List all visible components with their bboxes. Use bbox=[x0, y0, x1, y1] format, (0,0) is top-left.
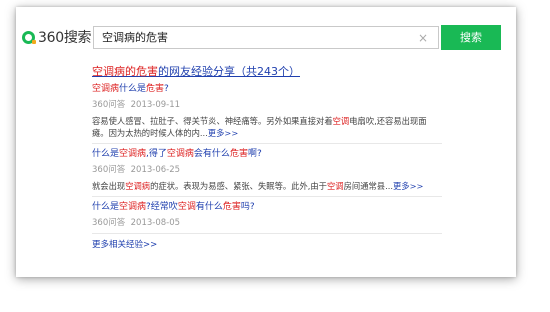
more-related-link[interactable]: 更多相关经验>> bbox=[92, 239, 442, 251]
title-keyword: 空调病 bbox=[166, 149, 194, 159]
result-title[interactable]: 空调病什么是危害? bbox=[92, 83, 442, 96]
clear-icon[interactable]: × bbox=[418, 30, 428, 46]
title-text: ? bbox=[164, 84, 169, 94]
title-text: 有什么 bbox=[195, 202, 223, 212]
snippet-keyword: 空调 bbox=[326, 181, 344, 191]
title-keyword: 空调病 bbox=[119, 149, 147, 159]
more-link[interactable]: 更多>> bbox=[208, 128, 239, 138]
result-meta: 360问答 2013-06-25 bbox=[92, 164, 442, 176]
logo-text: 360搜索 bbox=[38, 30, 92, 46]
title-text: 什么是 bbox=[92, 202, 120, 212]
result-source: 360问答 bbox=[92, 165, 126, 175]
search-box[interactable]: × bbox=[93, 26, 439, 49]
snippet-text: 的症状。表现为易感、紧张、失眠等。此外,由于 bbox=[150, 181, 327, 191]
list-item: 空调病什么是危害? 360问答 2013-09-11 容易使人感冒、拉肚子、得关… bbox=[92, 83, 442, 144]
snippet-text: 房间通常县... bbox=[343, 181, 393, 191]
search-input[interactable] bbox=[102, 27, 402, 48]
title-text: 什么是 bbox=[119, 84, 147, 94]
list-item: 什么是空调病,得了空调病会有什么危害啊? 360问答 2013-06-25 就会… bbox=[92, 148, 442, 197]
results-heading[interactable]: 空调病的危害的网友经验分享（共243个） bbox=[92, 64, 442, 79]
snippet-text: 就会出现 bbox=[92, 181, 126, 191]
search-header: 360搜索 × 搜索 bbox=[16, 7, 516, 55]
result-title[interactable]: 什么是空调病?经常吹空调有什么危害吗? bbox=[92, 201, 442, 214]
snippet-keyword: 空调 bbox=[332, 116, 350, 126]
title-text: 什么是 bbox=[92, 149, 120, 159]
result-date: 2013-09-11 bbox=[130, 100, 181, 110]
result-snippet: 就会出现空调病的症状。表现为易感、紧张、失眠等。此外,由于空调房间通常县...更… bbox=[92, 180, 442, 192]
result-meta: 360问答 2013-08-05 bbox=[92, 217, 442, 229]
heading-text: 的网友经验分享（共243个） bbox=[158, 65, 300, 78]
search-button[interactable]: 搜索 bbox=[441, 25, 501, 50]
result-snippet: 容易使人感冒、拉肚子、得关节炎、神经痛等。另外如果直接对着空调电扇吹,还容易出现… bbox=[92, 115, 442, 139]
logo[interactable]: 360搜索 bbox=[22, 27, 92, 47]
title-keyword: 空调病 bbox=[92, 84, 120, 94]
result-meta: 360问答 2013-09-11 bbox=[92, 99, 442, 111]
logo-ring-icon bbox=[22, 30, 36, 44]
title-keyword: 危害 bbox=[222, 202, 241, 212]
title-text: ?经常吹 bbox=[146, 202, 178, 212]
results-list: 空调病的危害的网友经验分享（共243个） 空调病什么是危害? 360问答 201… bbox=[92, 64, 442, 251]
snippet-keyword: 空调病 bbox=[125, 181, 151, 191]
title-text: 吗? bbox=[240, 202, 255, 212]
result-date: 2013-08-05 bbox=[130, 218, 181, 228]
title-keyword: 空调病 bbox=[119, 202, 147, 212]
result-date: 2013-06-25 bbox=[130, 165, 181, 175]
title-keyword: 空调 bbox=[177, 202, 196, 212]
title-text: ,得了 bbox=[146, 149, 167, 159]
title-text: 会有什么 bbox=[193, 149, 230, 159]
more-link[interactable]: 更多>> bbox=[393, 181, 424, 191]
title-text: 啊? bbox=[247, 149, 262, 159]
result-source: 360问答 bbox=[92, 100, 126, 110]
result-source: 360问答 bbox=[92, 218, 126, 228]
result-title[interactable]: 什么是空调病,得了空调病会有什么危害啊? bbox=[92, 148, 442, 161]
search-results-card: 360搜索 × 搜索 空调病的危害的网友经验分享（共243个） 空调病什么是危害… bbox=[16, 7, 516, 277]
snippet-text: 容易使人感冒、拉肚子、得关节炎、神经痛等。另外如果直接对着 bbox=[92, 116, 333, 126]
heading-keyword: 空调病的危害 bbox=[92, 65, 158, 78]
title-keyword: 危害 bbox=[229, 149, 248, 159]
list-item: 什么是空调病?经常吹空调有什么危害吗? 360问答 2013-08-05 bbox=[92, 201, 442, 234]
title-keyword: 危害 bbox=[146, 84, 165, 94]
